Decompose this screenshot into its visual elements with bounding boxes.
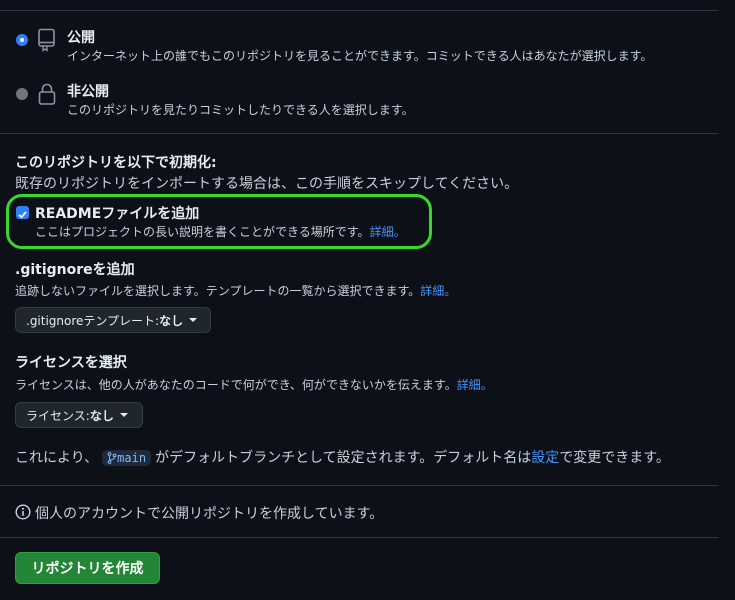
gitignore-description-text: 追跡しないファイルを選択します。テンプレートの一覧から選択できます。: [15, 284, 421, 298]
branch-name: main: [117, 451, 147, 465]
caret-down-icon: [119, 413, 128, 417]
check-icon: [18, 211, 27, 219]
private-description: このリポジトリを見たりコミットしたりできる人を選択します。: [67, 103, 414, 117]
account-info-note: 個人のアカウントで公開リポジトリを作成しています。: [35, 506, 384, 522]
readme-checkbox[interactable]: [16, 206, 29, 219]
repo-book-icon: [38, 28, 55, 52]
branch-name-badge: main: [102, 450, 152, 466]
lock-icon: [38, 83, 56, 105]
default-branch-note: これにより、 main がデフォルトブランチとして設定されます。デフォルト名は設定で…: [15, 447, 670, 467]
radio-private[interactable]: [16, 88, 28, 100]
create-repo-form: 公開 インターネット上の誰でもこのリポジトリを見ることができます。コミットできる…: [0, 0, 735, 600]
private-title: 非公開: [67, 84, 109, 100]
settings-link[interactable]: 設定: [531, 450, 559, 466]
divider-bottom: [0, 537, 718, 538]
branch-note-middle: がデフォルトブランチとして設定されます。デフォルト名は: [155, 450, 532, 466]
readme-label[interactable]: READMEファイルを追加: [35, 203, 199, 223]
license-heading: ライセンスを選択: [15, 355, 127, 371]
public-description: インターネット上の誰でもこのリポジトリを見ることができます。コミットできる人はあ…: [67, 49, 653, 63]
divider-top: [0, 10, 718, 11]
license-select-prefix: ライセンス:: [26, 408, 90, 423]
license-select-value: なし: [89, 408, 114, 423]
gitignore-template-select[interactable]: .gitignoreテンプレート: なし: [15, 307, 211, 333]
public-title: 公開: [67, 30, 95, 46]
readme-learn-more-link[interactable]: 詳細。: [370, 225, 406, 239]
init-heading: このリポジトリを以下で初期化:: [15, 155, 217, 171]
gitignore-description: 追跡しないファイルを選択します。テンプレートの一覧から選択できます。詳細。: [15, 282, 456, 299]
gitignore-select-prefix: .gitignoreテンプレート:: [26, 313, 160, 328]
gitignore-heading: .gitignoreを追加: [15, 262, 135, 278]
info-icon: [15, 504, 31, 520]
license-description-text: ライセンスは、他の人があなたのコードで何ができ、何ができないかを伝えます。: [15, 378, 457, 392]
readme-description-text: ここはプロジェクトの長い説明を書くことができる場所です。: [35, 225, 370, 239]
license-learn-more-link[interactable]: 詳細。: [457, 378, 493, 392]
caret-down-icon: [189, 318, 198, 322]
gitignore-select-value: なし: [159, 313, 184, 328]
branch-note-after: で変更できます。: [559, 450, 670, 466]
gitignore-learn-more-link[interactable]: 詳細。: [420, 284, 456, 298]
license-description: ライセンスは、他の人があなたのコードで何ができ、何ができないかを伝えます。詳細。: [15, 376, 493, 393]
branch-note-before: これにより、: [15, 450, 99, 466]
license-select[interactable]: ライセンス: なし: [15, 402, 143, 428]
init-subtext: 既存のリポジトリをインポートする場合は、この手順をスキップしてください。: [15, 176, 519, 192]
radio-public[interactable]: [16, 34, 28, 46]
divider-info: [0, 485, 718, 486]
divider-visibility: [0, 133, 718, 134]
git-branch-icon: [107, 452, 117, 464]
readme-description: ここはプロジェクトの長い説明を書くことができる場所です。詳細。: [35, 223, 406, 240]
create-repository-button[interactable]: リポジトリを作成: [15, 552, 160, 584]
